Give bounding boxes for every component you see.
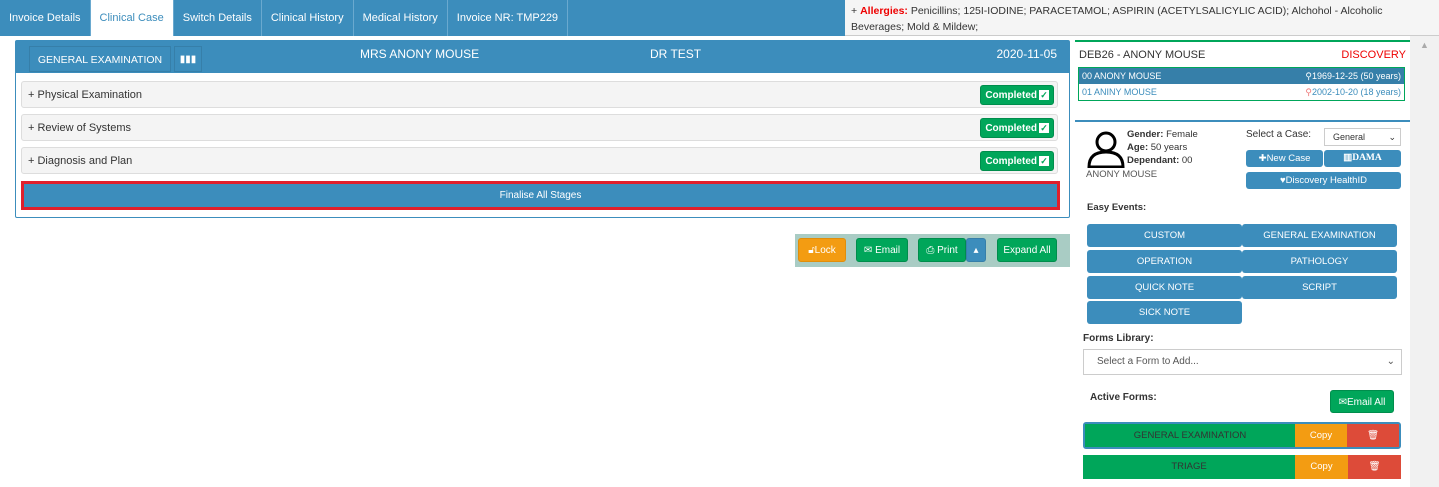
new-case-button[interactable]: ✚New Case	[1246, 150, 1323, 167]
easy-events-label: Easy Events:	[1087, 202, 1147, 213]
age: 50 years	[1150, 142, 1188, 153]
patient-name: MRS ANONY MOUSE	[360, 47, 480, 61]
event-quick-note[interactable]: QUICK NOTE	[1087, 276, 1242, 299]
stage-label: Physical Examination	[37, 89, 143, 101]
map-icon: ▥	[1343, 153, 1353, 163]
printer-icon: ⎙	[926, 245, 938, 256]
active-form-name[interactable]: TRIAGE	[1083, 455, 1295, 479]
dama-button[interactable]: ▥DAMA	[1324, 150, 1401, 167]
check-icon: ✓	[1039, 156, 1049, 166]
chevron-down-icon: ⌄	[1386, 356, 1395, 367]
email-all-button[interactable]: ✉Email All	[1330, 390, 1394, 413]
location-icon: ⚲	[1305, 87, 1312, 97]
completed-badge[interactable]: Completed ✓	[980, 85, 1054, 105]
event-general-examination[interactable]: GENERAL EXAMINATION	[1242, 224, 1397, 247]
chart-icon[interactable]: ▮▮▮	[174, 46, 202, 72]
location-icon: ⚲	[1305, 71, 1312, 81]
copy-button[interactable]: Copy	[1295, 455, 1348, 479]
allergies-text: Penicillins; 125I-IODINE; PARACETAMOL; A…	[851, 5, 1383, 33]
stage-row[interactable]: + Diagnosis and Plan Completed ✓	[21, 147, 1058, 174]
member-item[interactable]: 01 ANINY MOUSE ⚲2002-10-20 (18 years)	[1079, 84, 1404, 100]
examination-panel: GENERAL EXAMINATION ▮▮▮ MRS ANONY MOUSE …	[15, 40, 1070, 218]
plus-icon: ✚	[1258, 153, 1267, 164]
check-icon: ✓	[1039, 123, 1049, 133]
completed-badge[interactable]: Completed ✓	[980, 151, 1054, 171]
discovery-healthid-button[interactable]: ♥Discovery HealthID	[1246, 172, 1401, 189]
event-operation[interactable]: OPERATION	[1087, 250, 1242, 273]
active-form-row: TRIAGE Copy 🗑︎	[1083, 455, 1401, 479]
dependant: 00	[1181, 155, 1193, 166]
copy-button[interactable]: Copy	[1295, 424, 1347, 447]
stage-label: Diagnosis and Plan	[37, 155, 133, 167]
completed-badge[interactable]: Completed ✓	[980, 118, 1054, 138]
event-pathology[interactable]: PATHOLOGY	[1242, 250, 1397, 273]
tab-medical-history[interactable]: Medical History	[354, 0, 448, 36]
panel-header: GENERAL EXAMINATION ▮▮▮ MRS ANONY MOUSE …	[16, 41, 1069, 73]
chevron-down-icon: ⌄	[1388, 132, 1396, 142]
event-sick-note[interactable]: SICK NOTE	[1087, 301, 1242, 324]
stage-label: Review of Systems	[37, 122, 132, 134]
print-dropdown-icon[interactable]: ▴	[966, 238, 986, 262]
envelope-icon: ✉	[1338, 397, 1348, 408]
finalise-all-button[interactable]: Finalise All Stages	[21, 181, 1060, 210]
patient-short-name: ANONY MOUSE	[1086, 169, 1158, 180]
forms-library-select[interactable]: Select a Form to Add... ⌄	[1083, 349, 1402, 375]
member-item[interactable]: 00 ANONY MOUSE ⚲1969-12-25 (50 years)	[1079, 68, 1404, 84]
lock-button[interactable]: 🔓︎Lock	[798, 238, 846, 262]
select-case-label: Select a Case:	[1246, 129, 1312, 140]
email-button[interactable]: ✉ Email	[856, 238, 908, 262]
event-custom[interactable]: CUSTOM	[1087, 224, 1242, 247]
top-tabs: Invoice Details Clinical Case Switch Det…	[0, 0, 845, 36]
trash-icon[interactable]: 🗑︎	[1348, 455, 1401, 479]
case-select[interactable]: General ⌄	[1324, 128, 1401, 146]
tab-clinical-history[interactable]: Clinical History	[262, 0, 354, 36]
invoice-number: Invoice NR: TMP229	[448, 0, 569, 36]
allergies-bar[interactable]: + Allergies: Penicillins; 125I-IODINE; P…	[845, 0, 1439, 36]
scroll-up-icon: ▲	[1420, 40, 1429, 50]
active-form-row: GENERAL EXAMINATION Copy 🗑︎	[1083, 422, 1401, 449]
exam-date: 2020-11-05	[996, 47, 1058, 61]
envelope-icon: ✉	[863, 245, 876, 256]
active-forms-label: Active Forms:	[1090, 392, 1157, 403]
user-avatar-icon	[1087, 131, 1125, 168]
expand-all-button[interactable]: Expand All	[997, 238, 1057, 262]
stage-row[interactable]: + Physical Examination Completed ✓	[21, 81, 1058, 108]
stage-row[interactable]: + Review of Systems Completed ✓	[21, 114, 1058, 141]
action-bar: 🔓︎Lock ✉ Email ⎙ Print ▴ Expand All	[795, 234, 1070, 267]
event-script[interactable]: SCRIPT	[1242, 276, 1397, 299]
scheme-name: DISCOVERY	[1341, 49, 1406, 61]
patient-box: DEB26 - ANONY MOUSE DISCOVERY 00 ANONY M…	[1075, 40, 1410, 117]
scrollbar[interactable]: ▲	[1410, 36, 1439, 487]
forms-library-label: Forms Library:	[1083, 333, 1154, 344]
member-list: 00 ANONY MOUSE ⚲1969-12-25 (50 years) 01 …	[1078, 67, 1405, 101]
doctor-name: DR TEST	[650, 47, 702, 61]
form-name-button[interactable]: GENERAL EXAMINATION	[29, 46, 171, 72]
tab-invoice-details[interactable]: Invoice Details	[0, 0, 91, 36]
allergies-label: Allergies:	[860, 5, 908, 17]
trash-icon[interactable]: 🗑︎	[1347, 424, 1399, 447]
print-button[interactable]: ⎙ Print	[918, 238, 966, 262]
active-form-name[interactable]: GENERAL EXAMINATION	[1085, 424, 1295, 447]
check-icon: ✓	[1039, 90, 1049, 100]
account-title: DEB26 - ANONY MOUSE	[1079, 49, 1206, 61]
case-panel: Gender: Female Age: 50 years Dependant: …	[1075, 120, 1410, 487]
tab-clinical-case[interactable]: Clinical Case	[90, 0, 174, 36]
gender: Female	[1166, 129, 1198, 140]
tab-switch-details[interactable]: Switch Details	[174, 0, 262, 36]
